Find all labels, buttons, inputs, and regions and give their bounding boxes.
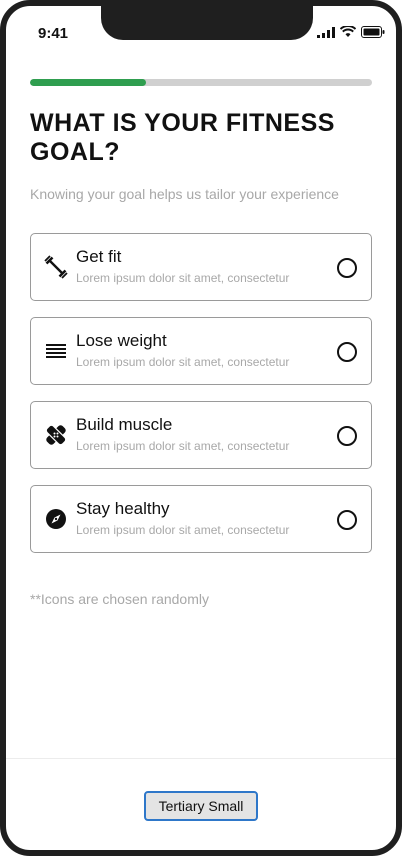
- option-stay-healthy[interactable]: Stay healthy Lorem ipsum dolor sit amet,…: [30, 485, 372, 553]
- battery-icon: [361, 26, 385, 38]
- option-description: Lorem ipsum dolor sit amet, consectetur: [76, 523, 290, 537]
- option-description: Lorem ipsum dolor sit amet, consectetur: [76, 355, 290, 369]
- signal-icon: [317, 26, 335, 38]
- wifi-icon: [340, 26, 356, 37]
- goal-options: Get fit Lorem ipsum dolor sit amet, cons…: [30, 233, 372, 569]
- dumbbell-icon: [44, 255, 68, 279]
- notch: [101, 6, 313, 40]
- option-radio[interactable]: [337, 342, 357, 362]
- footnote: **Icons are chosen randomly: [30, 591, 209, 607]
- option-label: Build muscle: [76, 415, 173, 434]
- compass-icon: [46, 509, 66, 529]
- option-label: Stay healthy: [76, 499, 170, 518]
- option-radio[interactable]: [337, 258, 357, 278]
- page-subtitle: Knowing your goal helps us tailor your e…: [30, 186, 339, 202]
- option-radio[interactable]: [337, 426, 357, 446]
- option-build-muscle[interactable]: Build muscle Lorem ipsum dolor sit amet,…: [30, 401, 372, 469]
- footer-divider: [6, 758, 396, 759]
- option-get-fit[interactable]: Get fit Lorem ipsum dolor sit amet, cons…: [30, 233, 372, 301]
- tertiary-small-button[interactable]: Tertiary Small: [144, 791, 258, 821]
- phone-frame: 9:41 WHAT IS YOUR FITNESS GOAL? Knowing …: [0, 0, 402, 856]
- status-icons: [317, 26, 385, 38]
- option-radio[interactable]: [337, 510, 357, 530]
- progress-bar: [30, 79, 372, 86]
- page-title: WHAT IS YOUR FITNESS GOAL?: [30, 109, 335, 166]
- option-description: Lorem ipsum dolor sit amet, consectetur: [76, 439, 290, 453]
- option-description: Lorem ipsum dolor sit amet, consectetur: [76, 271, 290, 285]
- option-lose-weight[interactable]: Lose weight Lorem ipsum dolor sit amet, …: [30, 317, 372, 385]
- option-label: Get fit: [76, 247, 122, 266]
- lines-icon: [46, 344, 66, 358]
- progress-fill: [30, 79, 147, 86]
- status-time: 9:41: [38, 25, 69, 42]
- bandage-icon: [45, 424, 67, 446]
- option-label: Lose weight: [76, 331, 167, 350]
